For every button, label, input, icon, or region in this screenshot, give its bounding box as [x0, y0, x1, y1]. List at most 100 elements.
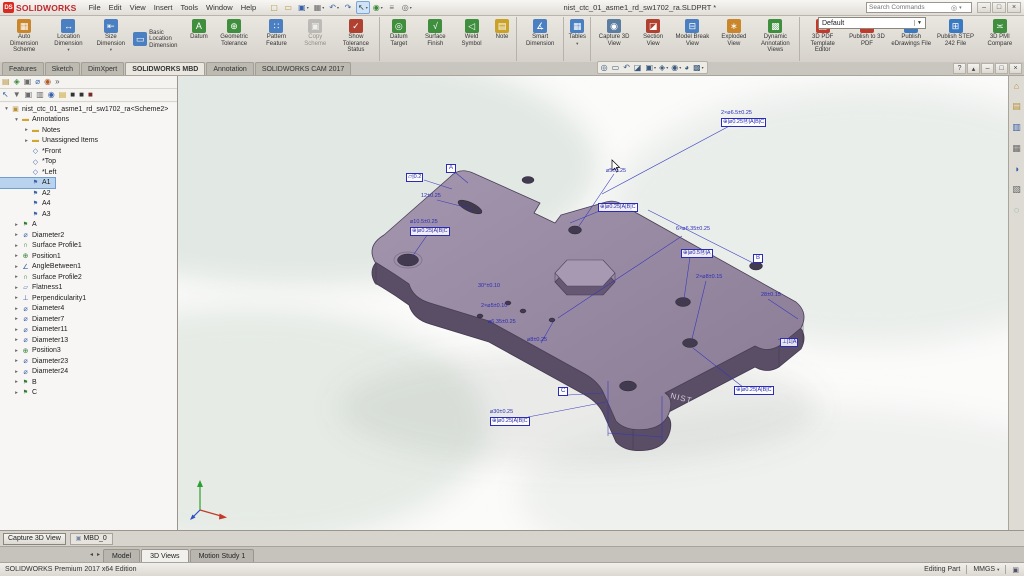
gdt-annotation[interactable]: C — [558, 387, 568, 396]
ribbon-button[interactable]: ∗ Exploded View — [715, 17, 754, 61]
tree-item[interactable]: nist_ctc_01_asme1_rd_sw1702_ra<Scheme2> — [0, 104, 172, 115]
select-icon[interactable]: ↖ ▾ — [356, 1, 370, 14]
panel-red-icon[interactable]: ■ — [88, 91, 93, 99]
command-tab[interactable]: Sketch — [45, 62, 80, 75]
tree-expander-icon[interactable] — [13, 222, 20, 228]
gdt-annotation[interactable]: ⊕|⌀0.5Ⓜ|A — [681, 249, 713, 258]
tree-item[interactable]: Perpendicularity1 — [0, 293, 90, 304]
tree-expander-icon[interactable] — [13, 295, 20, 301]
tree-expander-icon[interactable] — [13, 390, 20, 396]
menu-item[interactable]: Help — [237, 2, 260, 13]
save-icon[interactable]: ▣ ▾ — [296, 1, 311, 14]
gdt-annotation[interactable]: ⊕|⌀0.25|A|B|C — [598, 203, 638, 212]
gdt-annotation[interactable]: ⊕|⌀0.25|A|B|C — [410, 227, 450, 236]
undo-icon[interactable]: ↶ ▾ — [327, 1, 341, 14]
gdt-annotation[interactable]: ▱|0.2 — [406, 173, 423, 182]
tree-expander-icon[interactable] — [13, 274, 20, 280]
ribbon-button[interactable]: √ Surface Finish — [417, 17, 455, 61]
units-dropdown[interactable]: MMGS ▾ — [973, 566, 999, 573]
open-file-icon[interactable]: ▭ — [282, 1, 295, 14]
panel-select-icon[interactable]: ↖ — [2, 91, 9, 99]
gdt-annotation[interactable]: ⌀8±0.25 — [527, 337, 547, 344]
gdt-annotation[interactable]: 28±0.15 — [761, 292, 781, 299]
tree-item[interactable]: A3 — [0, 209, 55, 220]
file-properties-icon[interactable]: ≡ — [386, 1, 399, 14]
print-icon[interactable]: ▦ ▾ — [312, 1, 327, 14]
tree-expander-icon[interactable] — [13, 264, 20, 270]
panel-dark-icon-1[interactable]: ■ — [70, 91, 75, 99]
dimxpertmanager-tab-icon[interactable]: ⌀ — [35, 78, 40, 86]
3d-viewport[interactable]: NIST 2×⌀6.5±0.25 ⊕|⌀0.25Ⓜ|A|B|C ⌀5±0.25 … — [178, 76, 1008, 530]
view-settings-icon[interactable]: ▩ ▾ — [693, 63, 704, 72]
ribbon-button[interactable]: ⊞ Publish STEP 242 File — [933, 17, 977, 61]
gdt-annotation[interactable]: 2×⌀6.5±0.25 — [721, 110, 752, 117]
menu-item[interactable]: Window — [202, 2, 237, 13]
tree-item[interactable]: *Left — [0, 167, 60, 178]
gdt-annotation[interactable]: ⊥|1|A — [780, 338, 798, 347]
options-icon[interactable]: ◎ ▾ — [400, 1, 414, 14]
tree-item[interactable]: B — [0, 377, 41, 388]
ribbon-button[interactable]: ▦ Tables ▾ — [563, 17, 589, 61]
custom-properties-icon[interactable]: ▧ — [1012, 184, 1021, 195]
section-view-icon[interactable]: ◪ — [634, 63, 643, 72]
restore-window-icon[interactable]: □ — [992, 2, 1006, 13]
file-explorer-icon[interactable]: ▥ — [1012, 122, 1021, 133]
tree-expander-icon[interactable] — [13, 348, 20, 354]
ribbon-button[interactable]: A Datum — [186, 17, 212, 61]
tree-expander-icon[interactable] — [23, 127, 30, 133]
document-tab[interactable]: 3D Views — [141, 549, 188, 562]
minimize-window-icon[interactable]: – — [977, 2, 991, 13]
ribbon-button[interactable]: ↔ Location Dimension ▾ — [46, 17, 90, 61]
gdt-annotation[interactable]: ⌀30±0.25 — [490, 409, 513, 416]
gdt-annotation[interactable]: ⊕|⌀0.25Ⓜ|A|B|C — [721, 118, 766, 127]
tree-expander-icon[interactable] — [13, 253, 20, 259]
menu-item[interactable]: Edit — [105, 2, 126, 13]
close-window-icon[interactable]: × — [1007, 2, 1021, 13]
tree-item[interactable]: Annotations — [0, 115, 73, 126]
search-dropdown-arrow-icon[interactable]: ▾ — [959, 5, 962, 11]
tree-item[interactable]: Position1 — [0, 251, 65, 262]
capture-3d-view-button[interactable]: Capture 3D View — [3, 533, 66, 545]
panel-note-icon[interactable]: ▤ — [59, 91, 67, 99]
ribbon-button[interactable]: ◁ Weld Symbol — [454, 17, 489, 61]
tree-item[interactable]: Position3 — [0, 346, 65, 357]
tree-item[interactable]: AngleBetween1 — [0, 262, 85, 273]
featuremanager-tab-icon[interactable]: ▤ — [2, 78, 10, 86]
rebuild-icon[interactable]: ◉ ▾ — [371, 1, 385, 14]
search-icon[interactable]: ◎ — [951, 4, 957, 12]
command-tab[interactable]: DimXpert — [81, 62, 124, 75]
tree-expander-icon[interactable] — [13, 337, 20, 343]
appearances-icon[interactable]: ◑ — [1014, 164, 1019, 174]
ribbon-button[interactable]: ▤ Note — [489, 17, 515, 61]
gdt-annotation[interactable]: ⌀6.35±0.25 — [488, 319, 516, 326]
tree-expander-icon[interactable] — [13, 232, 20, 238]
tree-item[interactable]: Unassigned Items — [0, 136, 102, 147]
tree-item[interactable]: A — [0, 220, 41, 231]
status-options-icon[interactable]: ▣ — [1012, 566, 1019, 574]
ribbon-button[interactable]: ◉ Capture 3D View — [590, 17, 636, 61]
tree-item[interactable]: A1 — [0, 178, 55, 189]
gdt-annotation[interactable]: ⊕|⌀0.25|A|B|C — [734, 386, 774, 395]
ribbon-button[interactable]: ✓ Show Tolerance Status — [334, 17, 378, 61]
ribbon-button[interactable]: ▣ Copy Scheme — [297, 17, 334, 61]
tree-item[interactable]: Diameter2 — [0, 230, 68, 241]
tree-item[interactable]: *Top — [0, 157, 60, 168]
gdt-annotation[interactable]: 2×⌀5±0.10 — [481, 303, 507, 310]
ribbon-button[interactable]: ⊕ Geometric Tolerance — [212, 17, 256, 61]
tree-item[interactable]: Diameter11 — [0, 325, 72, 336]
panel-eye-icon[interactable]: ◉ — [48, 91, 55, 99]
scroll-right-icon[interactable]: ▸ — [95, 551, 102, 558]
tree-item[interactable]: Diameter23 — [0, 356, 72, 367]
tree-expander-icon[interactable] — [13, 327, 20, 333]
propertymanager-tab-icon[interactable]: ◈ — [14, 78, 20, 86]
ribbon-button[interactable]: ≍ 3D PMI Compare — [978, 17, 1022, 61]
mbd-view-tab[interactable]: ▣ MBD_0 — [70, 533, 113, 545]
panel-dark-icon-2[interactable]: ■ — [79, 91, 84, 99]
tree-expander-icon[interactable] — [13, 316, 20, 322]
menu-item[interactable]: File — [85, 2, 105, 13]
doc-restore-icon[interactable]: □ — [995, 63, 1008, 74]
doc-minimize-icon[interactable]: – — [981, 63, 994, 74]
menu-item[interactable]: View — [126, 2, 150, 13]
gdt-annotation[interactable]: ⌀10.5±0.25 — [410, 219, 438, 226]
tree-item[interactable]: Surface Profile1 — [0, 241, 86, 252]
